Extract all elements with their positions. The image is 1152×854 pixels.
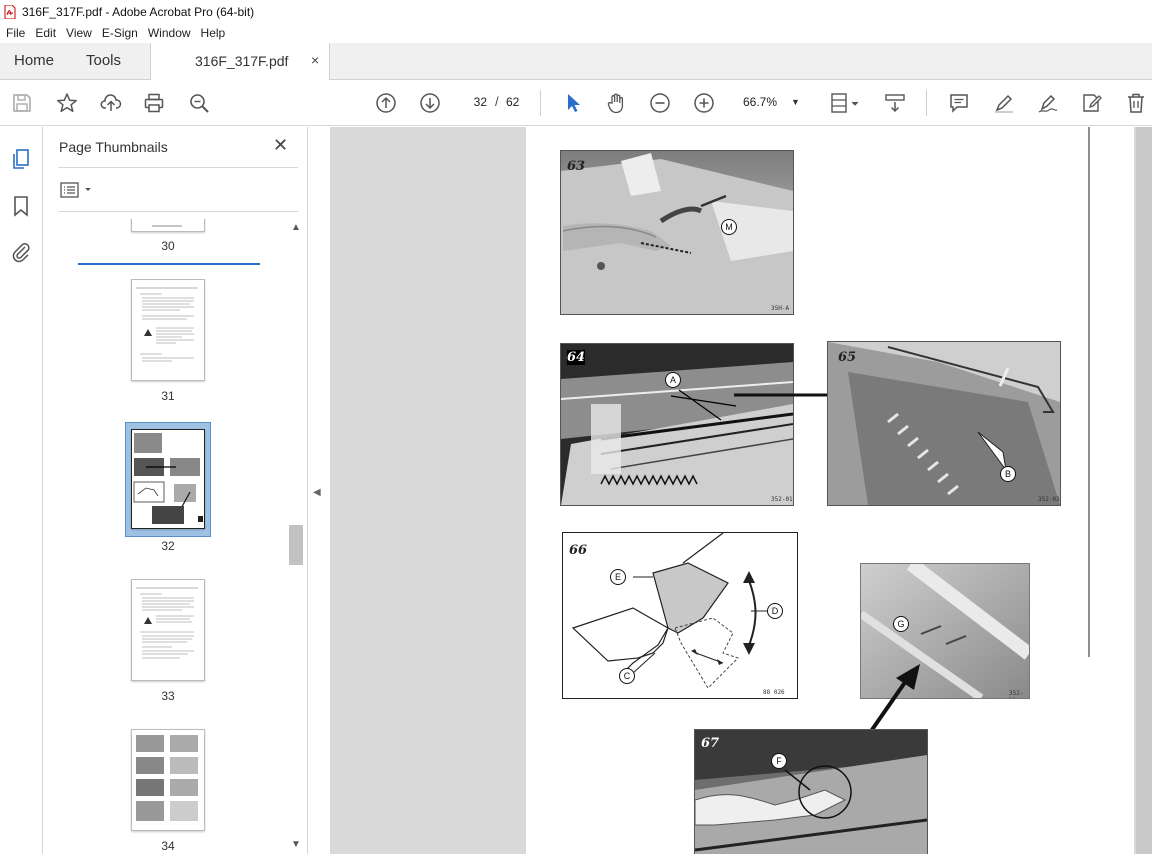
thumbnail-page[interactable]	[131, 219, 205, 232]
page-separator: /	[495, 94, 499, 109]
thumbnails-scrollbar[interactable]: ▲ ▼	[288, 219, 304, 854]
page-number-input[interactable]: 32	[462, 91, 490, 113]
options-menu-icon	[60, 182, 91, 198]
figure-code: 3SH-A	[771, 305, 790, 312]
thumbnails-icon[interactable]	[9, 147, 33, 171]
thumbnail-page-number: 31	[161, 389, 175, 403]
pdf-app-icon	[4, 4, 16, 19]
figure-63: 63 M 3SH-A	[560, 150, 794, 315]
page-fit-icon[interactable]	[828, 91, 862, 115]
page-edge	[1136, 127, 1152, 854]
figure-code: 88 026	[763, 689, 785, 696]
select-cursor-icon[interactable]	[561, 91, 585, 115]
figure-66: 66 E D C 88 026	[562, 532, 798, 699]
thumbnails-list[interactable]: 30 31 32 33 34	[44, 219, 308, 854]
figure-number: 64	[567, 350, 586, 365]
callout-label: B	[1000, 466, 1016, 482]
menu-help[interactable]: Help	[197, 26, 230, 40]
menu-edit[interactable]: Edit	[31, 26, 60, 40]
hand-icon[interactable]	[604, 91, 628, 115]
callout-label: A	[665, 372, 681, 388]
page-total: 62	[506, 95, 520, 109]
menu-window[interactable]: Window	[144, 26, 195, 40]
prev-page-icon[interactable]	[374, 91, 398, 115]
menu-view[interactable]: View	[62, 26, 96, 40]
delete-icon[interactable]	[1124, 91, 1148, 115]
figure-code: 352-01	[771, 496, 793, 503]
zoom-dropdown[interactable]: 66.7% ▼	[735, 91, 803, 113]
figure-number: 67	[701, 736, 720, 751]
scroll-down-icon[interactable]: ▼	[291, 839, 301, 850]
figure-67: 67 F	[694, 729, 928, 854]
thumbnail-page[interactable]	[131, 579, 205, 681]
print-icon[interactable]	[142, 91, 166, 115]
thumbnail-page[interactable]	[131, 279, 205, 381]
toolbar: 32 / 62 66.7% ▼	[0, 80, 1152, 126]
pdf-page: 63 M 3SH-A 64 A 352-01 65 B 352-03 66 E …	[526, 127, 1134, 854]
tab-home[interactable]: Home	[14, 52, 54, 69]
left-rail	[0, 127, 43, 854]
zoom-value: 66.7%	[743, 95, 778, 109]
scroll-mode-icon[interactable]	[883, 91, 907, 115]
sign-icon[interactable]	[1036, 91, 1060, 115]
comment-icon[interactable]	[947, 91, 971, 115]
zoom-in-icon[interactable]	[692, 91, 716, 115]
window-title: 316F_317F.pdf - Adobe Acrobat Pro (64-bi…	[22, 4, 255, 19]
title-bar: 316F_317F.pdf - Adobe Acrobat Pro (64-bi…	[0, 0, 1152, 23]
document-viewer[interactable]: 63 M 3SH-A 64 A 352-01 65 B 352-03 66 E …	[330, 127, 1152, 854]
callout-label: M	[721, 219, 737, 235]
menu-bar: File Edit View E-Sign Window Help	[0, 23, 1152, 43]
tab-document[interactable]: 316F_317F.pdf ×	[150, 43, 330, 81]
edit-pdf-icon[interactable]	[1080, 91, 1104, 115]
tab-document-label: 316F_317F.pdf	[195, 53, 289, 69]
star-icon[interactable]	[55, 91, 79, 115]
figure-code: 352-21	[1009, 690, 1024, 698]
callout-label: D	[767, 603, 783, 619]
save-icon[interactable]	[10, 91, 34, 115]
divider	[58, 167, 298, 168]
figure-code: 352-03	[1038, 496, 1060, 503]
menu-esign[interactable]: E-Sign	[98, 26, 142, 40]
search-zoom-icon[interactable]	[187, 91, 211, 115]
thumbnail-page-number: 33	[161, 689, 175, 703]
menu-file[interactable]: File	[2, 26, 29, 40]
callout-label: G	[893, 616, 909, 632]
toolbar-divider	[540, 90, 541, 116]
collapse-panel-icon[interactable]: ◀	[313, 487, 321, 498]
figure-number: 66	[569, 543, 588, 558]
tab-tools[interactable]: Tools	[86, 52, 121, 69]
thumbnail-page-number: 30	[161, 239, 175, 253]
figure-number: 65	[838, 350, 857, 365]
figure-64: 64 A 352-01	[560, 343, 794, 506]
page-rule	[1088, 127, 1090, 657]
close-icon[interactable]: ✕	[273, 135, 288, 156]
toolbar-divider	[926, 90, 927, 116]
thumbnails-panel: Page Thumbnails ✕ 30 31 32 33 34 ▲ ▼	[44, 127, 308, 854]
zoom-out-icon[interactable]	[648, 91, 672, 115]
callout-label: F	[771, 753, 787, 769]
scrollbar-thumb[interactable]	[289, 525, 303, 565]
bookmarks-icon[interactable]	[9, 194, 33, 218]
thumbnail-page[interactable]	[131, 729, 205, 831]
acrobat-window: 316F_317F.pdf - Adobe Acrobat Pro (64-bi…	[0, 0, 1152, 854]
thumbnail-page-number: 32	[161, 539, 175, 553]
tab-bar: Home Tools 316F_317F.pdf ×	[0, 43, 1152, 81]
thumbnail-options-button[interactable]	[60, 180, 96, 200]
chevron-down-icon: ▼	[791, 97, 800, 107]
callout-label: E	[610, 569, 626, 585]
divider	[58, 211, 298, 212]
attachments-icon[interactable]	[9, 240, 33, 264]
figure-65: 65 B 352-03	[827, 341, 1061, 506]
scroll-up-icon[interactable]: ▲	[291, 222, 301, 233]
highlight-icon[interactable]	[992, 91, 1016, 115]
next-page-icon[interactable]	[418, 91, 442, 115]
insertion-line	[78, 263, 260, 265]
upload-icon[interactable]	[99, 91, 123, 115]
tab-close-icon[interactable]: ×	[311, 52, 319, 68]
thumbnail-page-current[interactable]	[131, 429, 205, 529]
callout-label: C	[619, 668, 635, 684]
figure-number: 63	[567, 159, 586, 174]
panel-title: Page Thumbnails	[59, 139, 168, 155]
thumbnail-page-number: 34	[161, 839, 175, 853]
